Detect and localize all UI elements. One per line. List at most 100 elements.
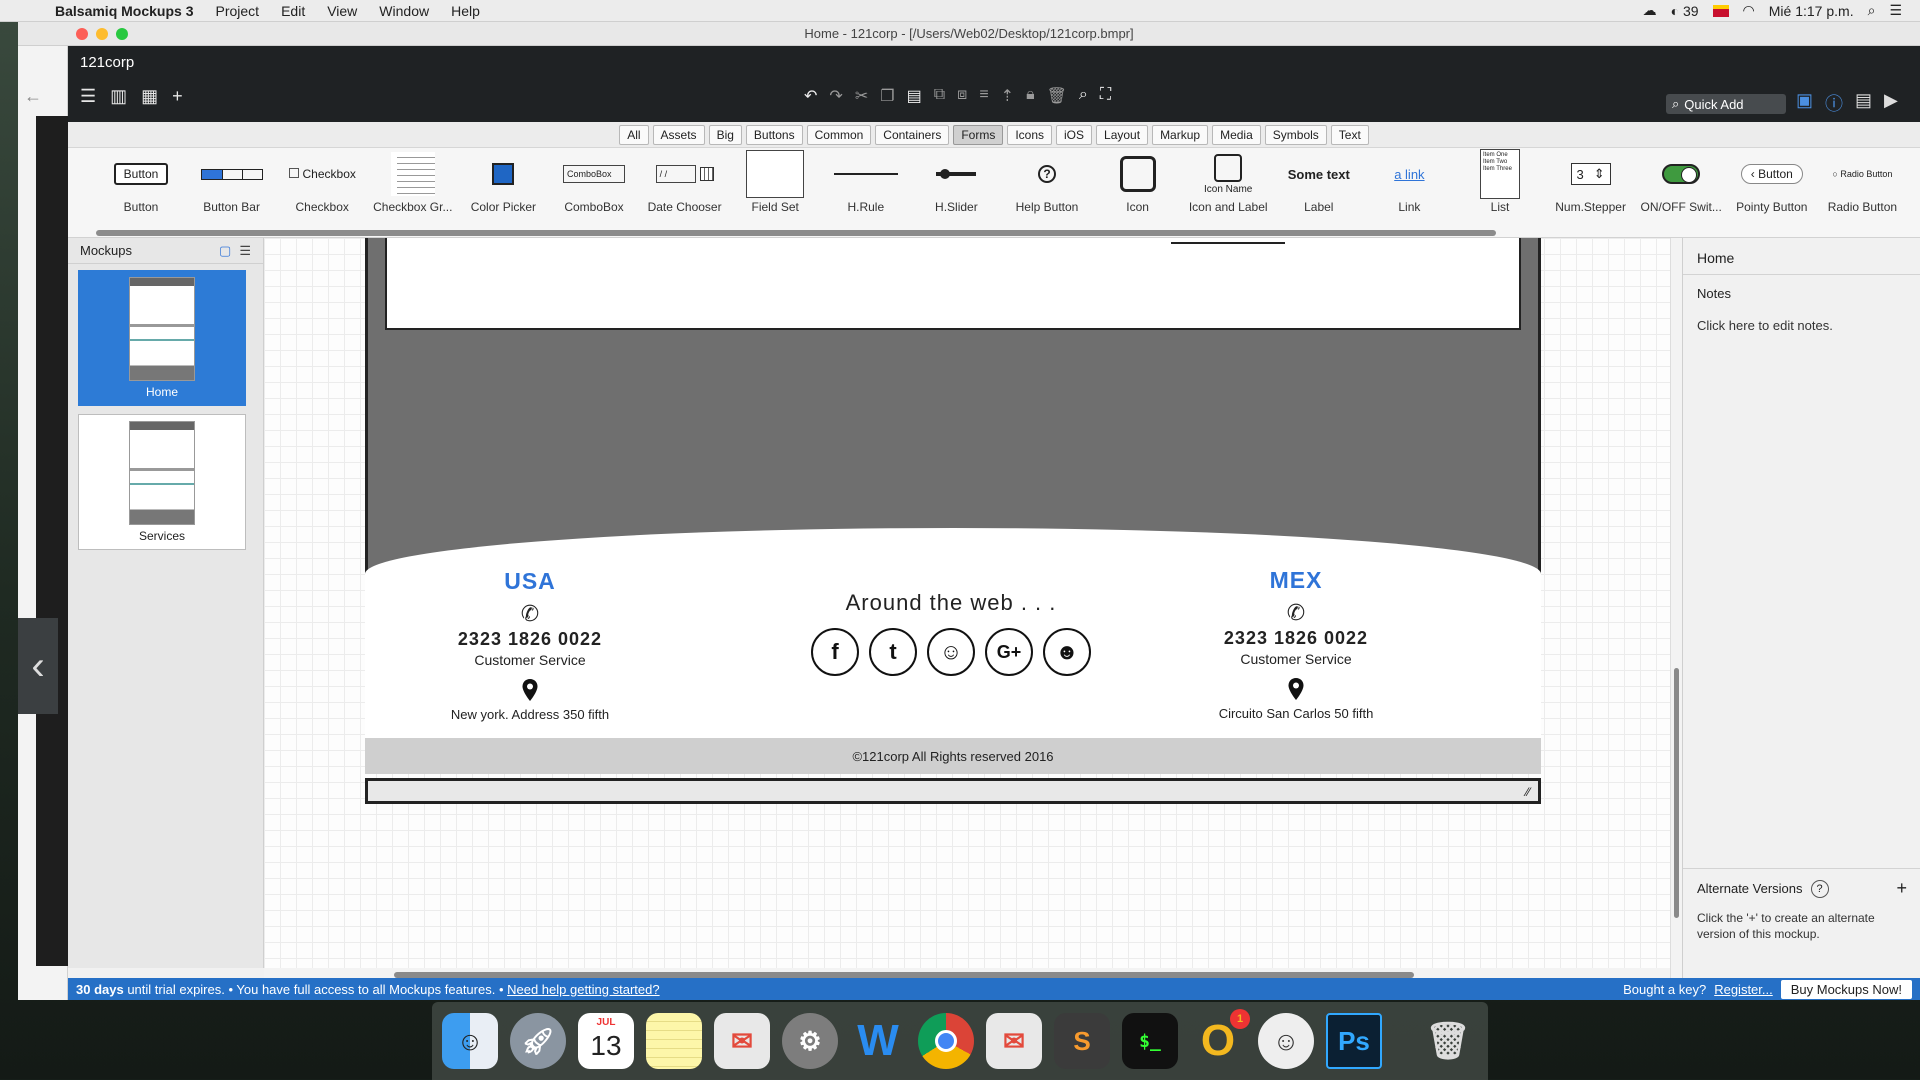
battery-status[interactable]: ◐ 39 (1671, 3, 1699, 19)
library-item[interactable]: ‹ Button Pointy Button (1727, 148, 1817, 232)
filter-icons[interactable]: Icons (1007, 124, 1053, 145)
filter-media[interactable]: Media (1212, 124, 1261, 145)
paste-icon[interactable]: ▤ (907, 86, 922, 106)
bring-forward-icon[interactable]: ⇡ (1001, 86, 1014, 106)
finder-icon[interactable]: ☺ (442, 1013, 498, 1069)
grid-view-icon[interactable]: ▦ (141, 86, 158, 107)
terminal-icon[interactable]: $_ (1122, 1013, 1178, 1069)
lock-icon[interactable]: 🔒︎ (1026, 86, 1035, 106)
info-icon[interactable]: ⓘ (1825, 90, 1843, 116)
delete-icon[interactable]: 🗑︎ (1047, 86, 1067, 106)
filter-buttons[interactable]: Buttons (745, 124, 803, 145)
library-item[interactable]: Some text Label (1274, 148, 1364, 232)
cut-icon[interactable]: ✂ (855, 86, 868, 106)
usa-address[interactable]: New york. Address 350 fifth (445, 707, 615, 722)
library-item[interactable]: ? Help Button (1002, 148, 1092, 232)
undo-icon[interactable]: ↶ (804, 86, 817, 106)
calendar-icon[interactable]: JUL 13 (578, 1013, 634, 1069)
facebook-icon[interactable]: f (811, 628, 859, 676)
mockup-canvas[interactable]: USA ✆ 2323 1826 0022 Customer Service Ne… (264, 238, 1670, 968)
buy-button[interactable]: Buy Mockups Now! (1780, 979, 1912, 999)
word-app-icon[interactable]: W (850, 1013, 906, 1069)
library-item[interactable]: / / Date Chooser (640, 148, 730, 232)
menu-view[interactable]: View (316, 3, 368, 19)
library-item[interactable]: Icon Name Icon and Label (1183, 148, 1273, 232)
flag-icon[interactable] (1712, 4, 1729, 17)
mex-service-label[interactable]: Customer Service (1201, 651, 1391, 667)
library-item[interactable]: ○ Radio Button Radio Button (1817, 148, 1907, 232)
close-window-button[interactable] (76, 27, 88, 40)
library-item[interactable]: Checkbox Gr... (368, 148, 458, 232)
hamburger-menu-icon[interactable]: ☰ (80, 86, 96, 107)
add-mockup-icon[interactable]: + (172, 86, 183, 107)
emoji-app-icon[interactable]: ☺ (1258, 1013, 1314, 1069)
properties-icon[interactable]: ▤ (1855, 90, 1872, 116)
phone-icon[interactable]: ✆ (1201, 600, 1391, 626)
mockup-thumbnail-home[interactable]: Home (78, 270, 246, 406)
sublime-text-icon[interactable]: S (1054, 1013, 1110, 1069)
copyright-bar[interactable]: ©121corp All Rights reserved 2016 (365, 738, 1541, 774)
content-panel[interactable] (385, 238, 1521, 330)
minimize-window-button[interactable] (96, 27, 108, 40)
zoom-window-button[interactable] (116, 27, 128, 40)
mail-app-2-icon[interactable]: ✉ (986, 1013, 1042, 1069)
thumbnail-view-icon[interactable]: ▢ (219, 243, 231, 259)
menu-project[interactable]: Project (205, 3, 271, 19)
ungroup-icon[interactable]: ⧈ (957, 86, 967, 106)
spotlight-icon[interactable]: ⌕ (1868, 2, 1876, 19)
filter-forms[interactable]: Forms (953, 124, 1004, 145)
notification-center-icon[interactable]: ☰ (1889, 2, 1902, 19)
canvas-vertical-scrollbar[interactable] (1670, 238, 1682, 978)
presentation-icon[interactable]: ▶ (1884, 90, 1898, 116)
launchpad-icon[interactable]: 🚀︎ (510, 1013, 566, 1069)
library-item[interactable]: 3 ⇕ Num.Stepper (1546, 148, 1636, 232)
find-icon[interactable]: ⌕ (1079, 86, 1088, 106)
scroll-thumb[interactable] (1674, 668, 1679, 918)
wifi-icon[interactable]: ◠ (1743, 2, 1755, 19)
photoshop-icon[interactable]: Ps (1326, 1013, 1382, 1069)
mex-heading[interactable]: MEX (1201, 567, 1391, 594)
phone-icon[interactable]: ✆ (445, 601, 615, 627)
snapchat-icon[interactable]: ☺ (927, 628, 975, 676)
usa-service-label[interactable]: Customer Service (445, 652, 615, 668)
system-preferences-icon[interactable]: ⚙ (782, 1013, 838, 1069)
library-item[interactable]: Icon (1093, 148, 1183, 232)
google-plus-icon[interactable]: G+ (985, 628, 1033, 676)
library-item[interactable]: Radi (1908, 148, 1920, 232)
ui-library-icon[interactable]: ▣ (1796, 90, 1813, 116)
usa-heading[interactable]: USA (445, 568, 615, 595)
menu-edit[interactable]: Edit (270, 3, 316, 19)
help-icon[interactable]: ? (1810, 879, 1829, 898)
mex-phone[interactable]: 2323 1826 0022 (1201, 628, 1391, 649)
redo-icon[interactable]: ↷ (829, 86, 842, 106)
library-item[interactable]: Checkbox Checkbox (277, 148, 367, 232)
around-the-web-title[interactable]: Around the web . . . (811, 590, 1091, 616)
align-icon[interactable]: ≡ (979, 86, 988, 106)
resize-handle-icon[interactable]: ⁄⁄ (1526, 785, 1530, 799)
filter-symbols[interactable]: Symbols (1264, 124, 1327, 145)
copy-icon[interactable]: ❐ (880, 86, 894, 106)
previous-mockup-button[interactable]: ‹ (18, 618, 58, 714)
library-item[interactable]: ON/OFF Swit... (1636, 148, 1726, 232)
filter-text[interactable]: Text (1330, 124, 1369, 145)
library-item[interactable]: H.Rule (821, 148, 911, 232)
menu-app-name[interactable]: Balsamiq Mockups 3 (44, 3, 205, 19)
bottom-bar[interactable]: ⁄⁄ (365, 778, 1541, 804)
mail-app-icon[interactable]: ✉ (714, 1013, 770, 1069)
menu-window[interactable]: Window (368, 3, 440, 19)
horizontal-rule[interactable] (1171, 242, 1285, 244)
library-item[interactable]: H.Slider (911, 148, 1001, 232)
menu-help[interactable]: Help (440, 3, 491, 19)
filter-assets[interactable]: Assets (652, 124, 705, 145)
notes-field[interactable]: Click here to edit notes. (1697, 318, 1833, 333)
list-view-icon[interactable]: ☰ (239, 243, 251, 259)
library-item[interactable]: Field Set (730, 148, 820, 232)
filter-markup[interactable]: Markup (1152, 124, 1209, 145)
fullscreen-icon[interactable]: ⛶ (1100, 86, 1111, 106)
library-item[interactable]: Item One Item Two Item Three List (1455, 148, 1545, 232)
library-item[interactable]: Button Button (96, 148, 186, 232)
filter-common[interactable]: Common (806, 124, 872, 145)
filter-all[interactable]: All (619, 124, 649, 145)
notes-icon[interactable] (646, 1013, 702, 1069)
register-link[interactable]: Register... (1714, 982, 1773, 997)
